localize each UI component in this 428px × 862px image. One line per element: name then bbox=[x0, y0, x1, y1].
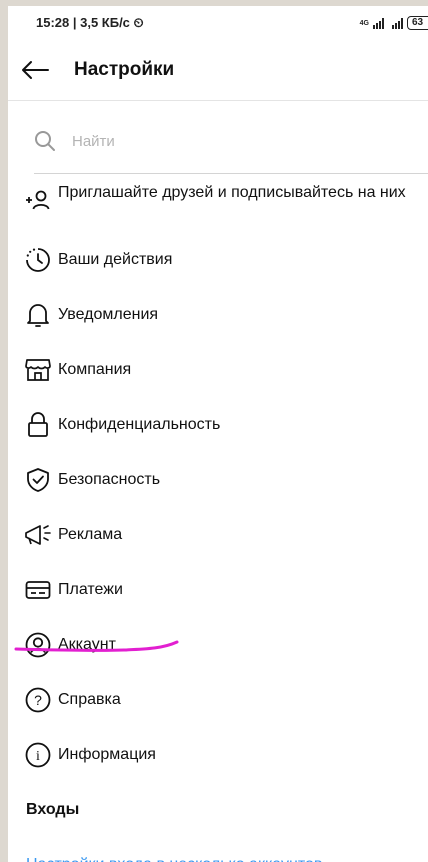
search-bar[interactable]: Найти bbox=[34, 109, 428, 174]
menu-label: Аккаунт bbox=[58, 635, 116, 653]
search-input[interactable]: Найти bbox=[72, 133, 115, 150]
menu-label: Безопасность bbox=[58, 470, 161, 488]
menu-item-notifications[interactable]: Уведомления bbox=[8, 287, 428, 342]
search-icon bbox=[34, 130, 56, 152]
menu-label: Конфиденциальность bbox=[58, 415, 221, 433]
top-app-bar: Настройки bbox=[8, 40, 428, 101]
shop-icon bbox=[24, 356, 52, 384]
battery-icon: 63 bbox=[407, 16, 428, 30]
status-indicators: 4G 63 bbox=[360, 16, 428, 30]
info-circle-icon: i bbox=[24, 741, 52, 769]
status-bar: 15:28 | 3,5 КБ/с ⏲ 4G 63 bbox=[8, 6, 428, 40]
page-title: Настройки bbox=[74, 59, 175, 80]
menu-item-security[interactable]: Безопасность bbox=[8, 452, 428, 507]
signal-icon-2 bbox=[392, 17, 403, 29]
menu-label: Справка bbox=[58, 690, 121, 708]
svg-text:?: ? bbox=[34, 692, 42, 708]
multi-account-login-link[interactable]: Настройки входа в несколько аккаунтов bbox=[26, 837, 428, 862]
network-type: 4G bbox=[359, 19, 369, 27]
signal-icon bbox=[373, 17, 384, 29]
back-arrow-icon[interactable] bbox=[20, 58, 54, 82]
bell-icon bbox=[24, 301, 52, 329]
menu-label: Приглашайте друзей и подписывайтесь на н… bbox=[58, 184, 406, 201]
settings-screen: 15:28 | 3,5 КБ/с ⏲ 4G 63 Настройки Найти… bbox=[8, 6, 428, 862]
menu-item-business[interactable]: Компания bbox=[8, 342, 428, 397]
menu-label: Информация bbox=[58, 745, 156, 763]
card-icon bbox=[24, 576, 52, 604]
svg-text:i: i bbox=[36, 749, 40, 764]
account-circle-icon bbox=[24, 631, 52, 659]
settings-menu: Приглашайте друзей и подписывайтесь на н… bbox=[8, 174, 428, 782]
help-circle-icon: ? bbox=[24, 686, 52, 714]
menu-item-payments[interactable]: Платежи bbox=[8, 562, 428, 617]
logins-section-title: Входы bbox=[26, 800, 80, 818]
menu-item-account[interactable]: Аккаунт bbox=[8, 617, 428, 672]
menu-item-privacy[interactable]: Конфиденциальность bbox=[8, 397, 428, 452]
menu-item-ads[interactable]: Реклама bbox=[8, 507, 428, 562]
menu-label: Платежи bbox=[58, 580, 123, 598]
menu-item-invite-friends[interactable]: Приглашайте друзей и подписывайтесь на н… bbox=[8, 174, 428, 232]
shield-check-icon bbox=[24, 466, 52, 494]
megaphone-icon bbox=[24, 521, 52, 549]
menu-label: Компания bbox=[58, 360, 132, 378]
menu-label: Уведомления bbox=[58, 305, 159, 323]
menu-label: Реклама bbox=[58, 525, 123, 543]
menu-item-help[interactable]: ? Справка bbox=[8, 672, 428, 727]
status-time: 15:28 | 3,5 КБ/с ⏲ bbox=[36, 15, 144, 30]
activity-clock-icon bbox=[24, 246, 52, 274]
menu-item-about[interactable]: i Информация bbox=[8, 727, 428, 782]
menu-label: Ваши действия bbox=[58, 250, 173, 268]
menu-item-your-activity[interactable]: Ваши действия bbox=[8, 232, 428, 287]
lock-icon bbox=[24, 411, 52, 439]
add-person-icon bbox=[24, 186, 52, 214]
